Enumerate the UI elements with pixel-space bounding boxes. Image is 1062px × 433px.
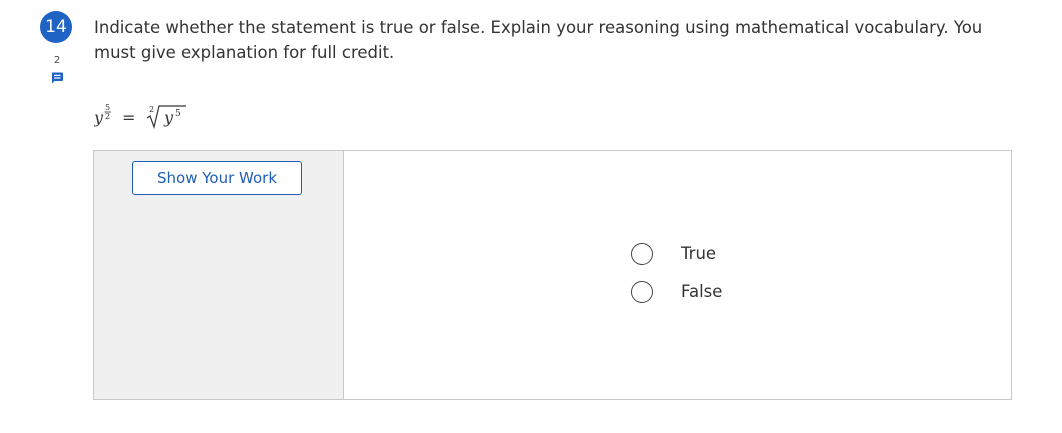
choice-false[interactable]: False <box>630 281 790 319</box>
show-your-work-button[interactable]: Show Your Work <box>132 161 302 195</box>
choice-true[interactable]: True <box>630 243 790 281</box>
choice-false-label: False <box>681 282 723 301</box>
radio-false[interactable] <box>631 281 653 303</box>
comment-icon[interactable] <box>50 70 64 84</box>
question-prompt: Indicate whether the statement is true o… <box>94 18 983 62</box>
equation-root-index: 2 <box>149 105 154 114</box>
equation-radicand-base: y <box>163 108 174 127</box>
choice-true-label: True <box>681 244 717 263</box>
equation-radicand-exponent: 5 <box>175 109 181 119</box>
equation-exponent-numerator: 5 <box>105 103 110 112</box>
answer-choices: True False <box>630 243 790 319</box>
equation-exponent-denominator: 2 <box>105 112 110 121</box>
equation-equals: = <box>122 108 135 127</box>
question-page: 14 2 Indicate whether the statement is t… <box>0 0 1062 433</box>
equation: y 5 2 = 2 y 5 <box>94 103 186 130</box>
question-number-badge: 14 <box>40 11 72 43</box>
radio-true[interactable] <box>631 243 653 265</box>
answer-area: Show Your Work True False <box>93 150 1012 400</box>
equation-base-left: y <box>94 108 104 127</box>
comment-count: 2 <box>53 55 61 66</box>
work-panel: Show Your Work <box>94 151 344 399</box>
